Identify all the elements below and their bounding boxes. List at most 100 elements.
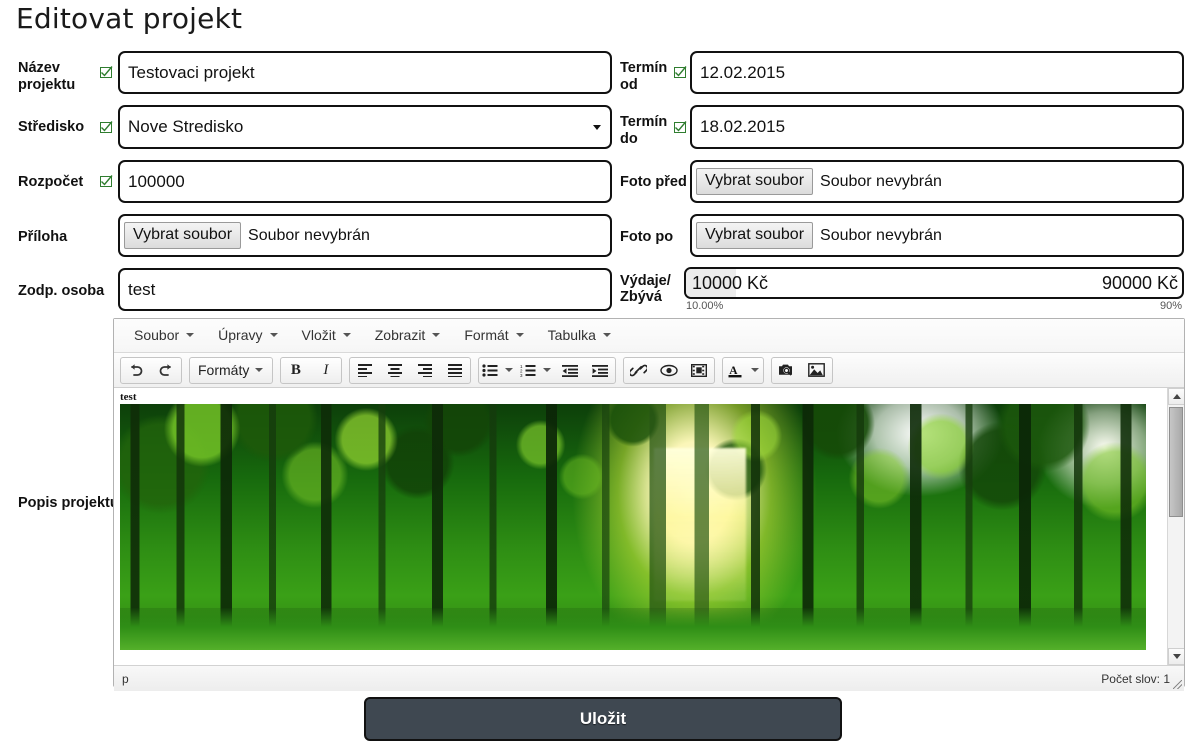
menu-upravy-label: Úpravy: [218, 327, 263, 343]
input-rozpocet[interactable]: 100000: [118, 160, 612, 203]
label-termin-od: Termín od: [620, 60, 668, 93]
link-icon[interactable]: [624, 358, 654, 383]
scroll-down-button[interactable]: [1168, 648, 1184, 665]
budget-spent-amount: 10000 Kč: [692, 272, 769, 293]
text-color-icon[interactable]: A: [723, 358, 747, 383]
align-right-icon[interactable]: [410, 358, 440, 383]
input-termin-od[interactable]: 12.02.2015: [690, 51, 1184, 94]
menu-zobrazit-label: Zobrazit: [374, 327, 426, 343]
toolbar-group-style: B I: [280, 356, 343, 384]
redo-icon[interactable]: [151, 358, 181, 383]
align-center-icon[interactable]: [380, 358, 410, 383]
valid-check-icon-termin-od: [674, 66, 687, 79]
input-termin-do-value: 18.02.2015: [700, 117, 786, 136]
italic-icon[interactable]: I: [311, 358, 341, 383]
editor-text-paragraph: test: [120, 391, 137, 403]
numbered-list-split[interactable]: 123: [517, 358, 555, 383]
input-zodp-osoba[interactable]: test: [118, 268, 612, 311]
menu-zobrazit[interactable]: Zobrazit: [364, 324, 452, 347]
chevron-down-icon: [602, 333, 611, 337]
select-stredisko[interactable]: Nove Stredisko: [118, 105, 612, 149]
numbered-list-icon[interactable]: 123: [517, 358, 539, 383]
label-zodp-osoba: Zodp. osoba: [18, 283, 105, 299]
formats-dropdown-label: Formáty: [198, 362, 250, 378]
valid-check-icon-stredisko: [100, 121, 113, 134]
align-justify-icon[interactable]: [440, 358, 470, 383]
budget-spent-percent: 10.00%: [686, 300, 724, 312]
label-priloha: Příloha: [18, 229, 68, 245]
numbered-list-dropdown[interactable]: [539, 358, 555, 383]
toolbar-group-lists: 123: [478, 356, 617, 384]
file-input-foto-pred[interactable]: Vybrat soubor Soubor nevybrán: [690, 160, 1184, 203]
chevron-down-icon: [593, 125, 601, 130]
formats-dropdown[interactable]: Formáty: [190, 358, 272, 383]
svg-text:3: 3: [520, 373, 523, 377]
scroll-up-button[interactable]: [1168, 388, 1184, 405]
chevron-down-icon: [751, 368, 760, 372]
image-browse-icon[interactable]: [772, 358, 802, 383]
editor-inserted-image[interactable]: [120, 404, 1146, 650]
chevron-down-icon: [432, 333, 441, 337]
menu-upravy[interactable]: Úpravy: [207, 324, 288, 347]
menu-vlozit-label: Vložit: [301, 327, 336, 343]
edit-project-page: Editovat projekt Název projektu Testovac…: [0, 0, 1202, 752]
file-input-priloha[interactable]: Vybrat soubor Soubor nevybrán: [118, 214, 612, 257]
menu-tabulka[interactable]: Tabulka: [537, 324, 622, 347]
description-editor[interactable]: Soubor Úpravy Vložit Zobrazit Formát Tab…: [113, 318, 1185, 691]
outdent-icon[interactable]: [555, 358, 585, 383]
toolbar-group-insert: [623, 356, 716, 384]
text-color-split[interactable]: A: [723, 358, 763, 383]
indent-icon[interactable]: [585, 358, 615, 383]
text-color-dropdown[interactable]: [747, 358, 763, 383]
foto-pred-file-status: Soubor nevybrán: [820, 172, 942, 190]
editor-scrollbar[interactable]: [1167, 388, 1184, 665]
menu-soubor[interactable]: Soubor: [123, 324, 205, 347]
chevron-down-icon: [543, 368, 552, 372]
image-icon[interactable]: [802, 358, 832, 383]
toolbar-group-formats: Formáty: [189, 356, 274, 384]
undo-icon[interactable]: [121, 358, 151, 383]
editor-toolbar: Formáty B I 1 2 3 A: [114, 353, 1184, 388]
bold-icon[interactable]: B: [281, 358, 311, 383]
editor-element-path[interactable]: p: [122, 672, 129, 686]
bullet-list-dropdown[interactable]: [501, 358, 517, 383]
toolbar-group-color: A: [722, 356, 765, 384]
budget-progress: 10000 Kč 90000 Kč 10.00% 90%: [684, 267, 1184, 313]
menu-soubor-label: Soubor: [134, 327, 180, 343]
label-stredisko: Středisko: [18, 119, 85, 135]
input-nazev-projektu[interactable]: Testovaci projekt: [118, 51, 612, 94]
valid-check-icon-termin-do: [674, 121, 687, 134]
budget-progress-bar: 10000 Kč 90000 Kč: [684, 267, 1184, 299]
priloha-browse-button[interactable]: Vybrat soubor: [124, 222, 242, 249]
chevron-down-icon: [505, 368, 514, 372]
menu-format[interactable]: Formát: [453, 324, 534, 347]
scrollbar-thumb[interactable]: [1169, 407, 1183, 517]
foto-pred-browse-button[interactable]: Vybrat soubor: [696, 168, 814, 195]
chevron-up-icon: [1172, 394, 1181, 399]
toolbar-group-history: [120, 356, 182, 384]
editor-content-area[interactable]: test: [114, 388, 1184, 665]
bullet-list-icon[interactable]: [479, 358, 501, 383]
chevron-down-icon: [342, 333, 351, 337]
chevron-down-icon: [255, 368, 264, 372]
align-left-icon[interactable]: [350, 358, 380, 383]
valid-check-icon-rozpocet: [100, 175, 113, 188]
bullet-list-split[interactable]: [479, 358, 517, 383]
media-icon[interactable]: [684, 358, 714, 383]
chevron-down-icon: [269, 333, 278, 337]
budget-remaining-amount: 90000 Kč: [1101, 272, 1178, 293]
editor-word-count: Počet slov: 1: [1101, 671, 1170, 686]
file-input-foto-po[interactable]: Vybrat soubor Soubor nevybrán: [690, 214, 1184, 257]
menu-format-label: Formát: [464, 327, 509, 343]
editor-resize-handle[interactable]: [1173, 680, 1182, 689]
preview-icon[interactable]: [654, 358, 684, 383]
input-termin-od-value: 12.02.2015: [700, 62, 786, 82]
foto-po-file-status: Soubor nevybrán: [820, 226, 942, 244]
foto-po-browse-button[interactable]: Vybrat soubor: [696, 222, 814, 249]
label-vydaje-zbyva: Výdaje/ Zbývá: [620, 273, 682, 305]
menu-vlozit[interactable]: Vložit: [291, 324, 362, 347]
page-title: Editovat projekt: [16, 2, 243, 35]
input-termin-do[interactable]: 18.02.2015: [690, 105, 1184, 149]
save-button[interactable]: Uložit: [364, 697, 842, 741]
label-foto-po: Foto po: [620, 229, 674, 245]
